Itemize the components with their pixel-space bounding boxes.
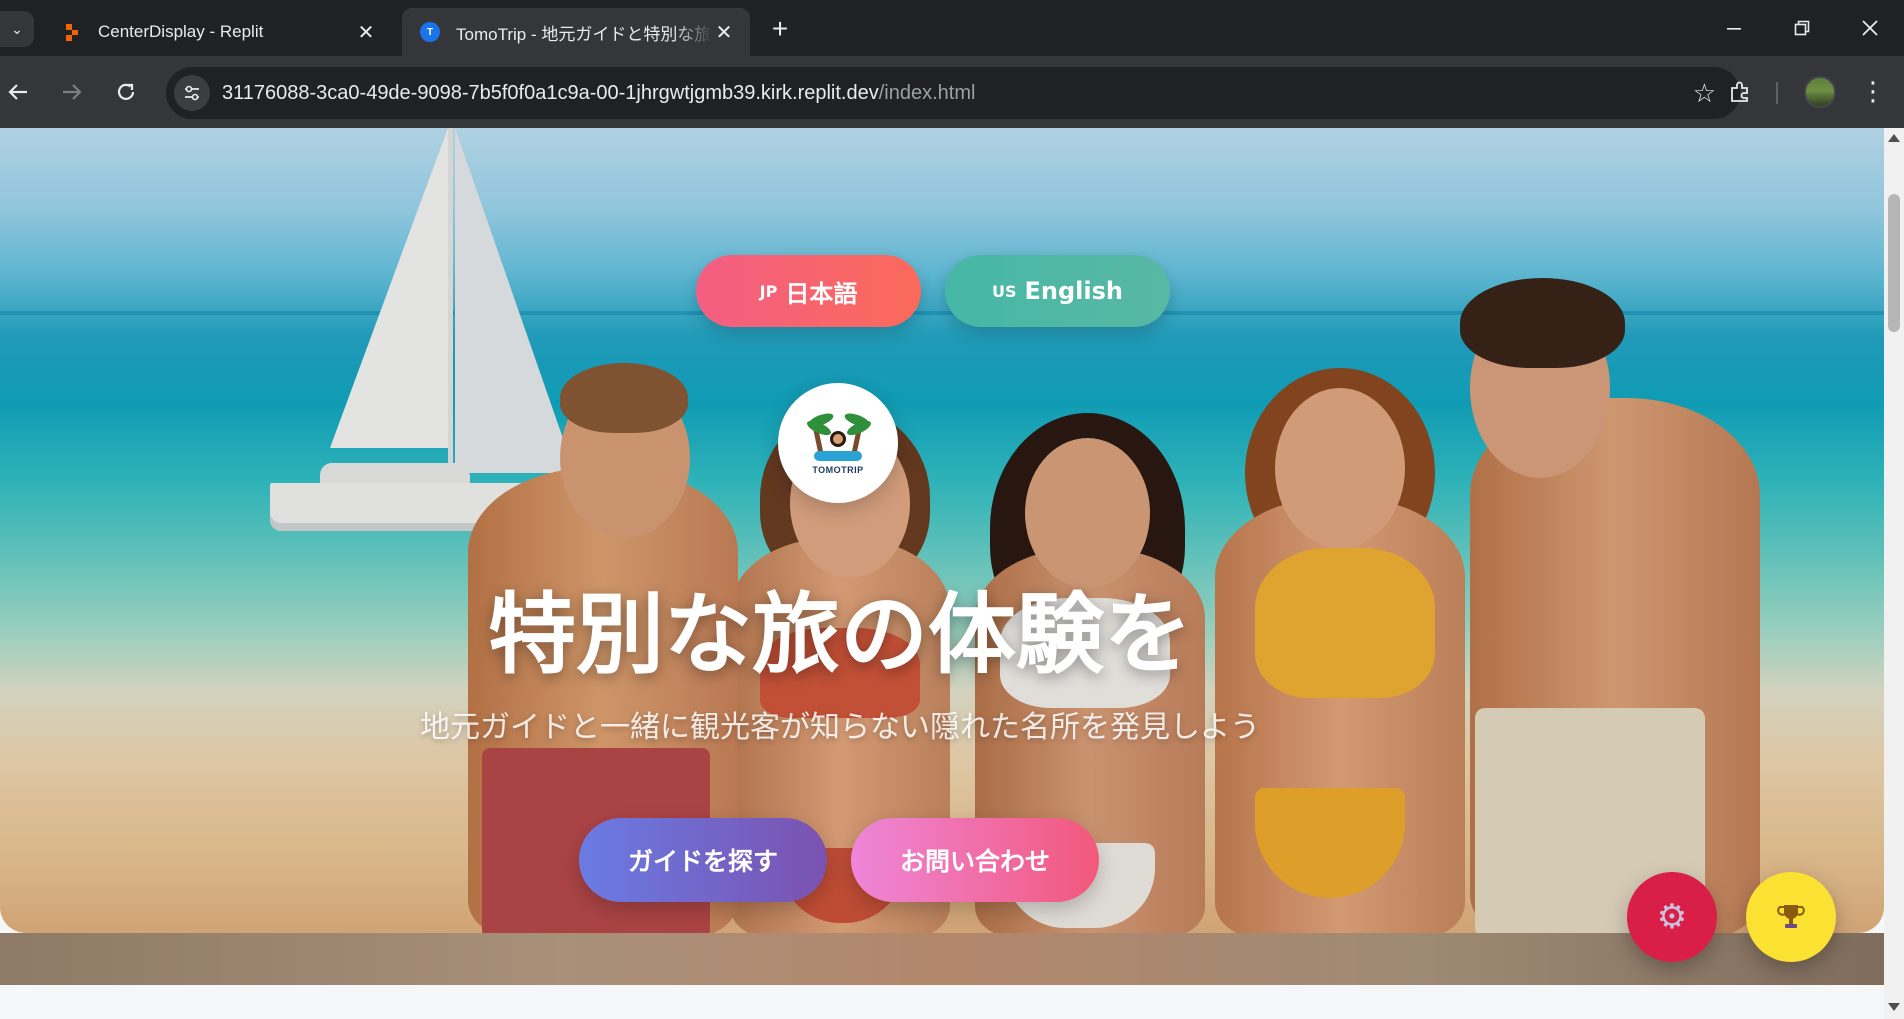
url-path: /index.html (878, 81, 976, 104)
extensions-button[interactable] (1722, 74, 1758, 110)
arrow-right-icon (63, 84, 82, 100)
page-viewport: JP 日本語 US English TOMOTRIP 特別な旅の体験を 地元ガイ… (0, 128, 1884, 1019)
arrow-left-icon (8, 84, 27, 100)
section-background-strip (0, 933, 1884, 985)
site-info-button[interactable] (174, 75, 210, 111)
trophy-fab-button[interactable] (1746, 872, 1836, 962)
contact-button[interactable]: お問い合わせ (851, 818, 1099, 902)
tomotrip-logo[interactable]: TOMOTRIP (778, 383, 898, 503)
tune-icon (185, 85, 199, 101)
back-button[interactable] (0, 74, 36, 110)
more-options-icon[interactable]: ⋮ (1858, 74, 1888, 110)
address-bar[interactable]: 31176088-3ca0-49de-9098-7b5f0f0a1c9a-00-… (166, 67, 1740, 119)
close-icon[interactable]: ✕ (712, 20, 736, 45)
reload-button[interactable] (108, 74, 144, 110)
replit-icon (62, 22, 82, 42)
new-tab-button[interactable]: + (764, 14, 796, 46)
tomotrip-favicon: T (420, 22, 440, 42)
url-host: 31176088-3ca0-49de-9098-7b5f0f0a1c9a-00-… (222, 81, 879, 104)
trophy-icon (1777, 905, 1805, 928)
minimize-icon (1727, 28, 1741, 30)
gear-icon: ⚙ (1656, 898, 1688, 936)
palm-tree-icon (805, 410, 873, 463)
restore-icon (1794, 20, 1810, 36)
flag-jp-icon: JP (759, 281, 778, 301)
restore-button[interactable] (1770, 8, 1834, 48)
close-icon[interactable]: ✕ (354, 20, 378, 45)
hero-subtitle: 地元ガイドと一緒に観光客が知らない隠れた名所を発見しよう (420, 710, 1260, 745)
reload-icon (117, 83, 135, 100)
close-icon (1862, 20, 1878, 36)
tab-title: CenterDisplay - Replit (98, 22, 264, 41)
browser-toolbar: 31176088-3ca0-49de-9098-7b5f0f0a1c9a-00-… (0, 56, 1904, 128)
language-english-button[interactable]: US English (945, 255, 1170, 327)
url-text[interactable]: 31176088-3ca0-49de-9098-7b5f0f0a1c9a-00-… (222, 82, 975, 105)
hero-section: JP 日本語 US English TOMOTRIP 特別な旅の体験を 地元ガイ… (0, 128, 1884, 933)
settings-fab-button[interactable]: ⚙ (1627, 872, 1717, 962)
language-label: 日本語 (785, 279, 858, 308)
tab-tomotrip[interactable]: T TomoTrip - 地元ガイドと特別な旅の体験 ✕ (402, 8, 750, 56)
profile-avatar[interactable] (1804, 76, 1836, 108)
language-label: English (1024, 277, 1123, 305)
page-bottom-area (0, 985, 1884, 1019)
flag-us-icon: US (992, 281, 1017, 301)
puzzle-icon (1731, 81, 1748, 102)
logo-text: TOMOTRIP (812, 465, 864, 475)
vertical-scrollbar[interactable] (1884, 128, 1904, 1019)
forward-button[interactable] (54, 74, 90, 110)
language-japanese-button[interactable]: JP 日本語 (696, 255, 921, 327)
toolbar-divider (1776, 82, 1778, 104)
bookmark-star-icon[interactable]: ☆ (1693, 79, 1716, 107)
minimize-button[interactable] (1702, 8, 1766, 48)
hero-title: 特別な旅の体験を (487, 583, 1192, 686)
tab-strip: ⌄ CenterDisplay - Replit ✕ T TomoTrip - … (0, 0, 1904, 56)
tab-replit[interactable]: CenterDisplay - Replit ✕ (44, 8, 392, 56)
scroll-thumb[interactable] (1888, 194, 1900, 332)
scroll-up-arrow-icon[interactable] (1888, 134, 1900, 142)
tab-search-button[interactable]: ⌄ (0, 11, 34, 47)
find-guide-button[interactable]: ガイドを探す (579, 818, 827, 902)
tab-title: TomoTrip - 地元ガイドと特別な旅の体験 (456, 24, 712, 44)
window-close-button[interactable] (1838, 8, 1902, 48)
chevron-down-icon: ⌄ (11, 20, 23, 37)
scroll-down-arrow-icon[interactable] (1888, 1003, 1900, 1011)
